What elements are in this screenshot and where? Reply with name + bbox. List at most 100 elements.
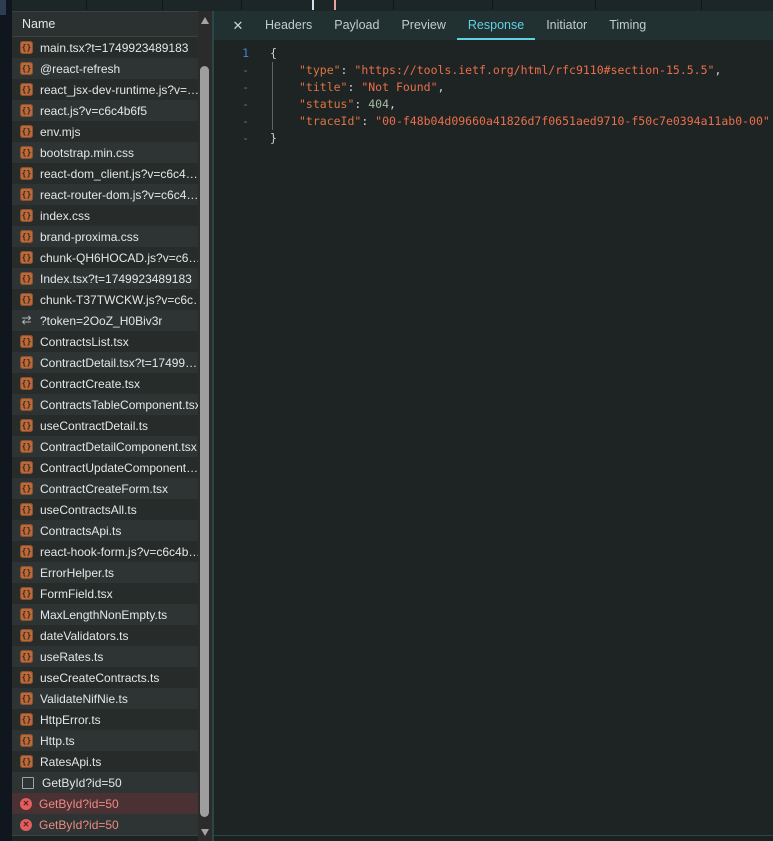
network-request-row[interactable]: ContractsList.tsx: [12, 331, 198, 352]
token-punct: ,: [714, 63, 721, 77]
network-request-row[interactable]: ErrorHelper.ts: [12, 562, 198, 583]
network-request-row[interactable]: ContractDetail.tsx?t=17499…: [12, 352, 198, 373]
script-file-icon: [20, 755, 33, 768]
code-line: - "traceId": "00-f48b04d09660a41826d7f06…: [214, 113, 773, 130]
request-name: bootstrap.min.css: [40, 146, 134, 160]
script-file-icon: [20, 272, 33, 285]
network-request-row[interactable]: GetById?id=50: [12, 772, 198, 793]
scroll-up-arrow-icon[interactable]: [201, 17, 209, 24]
script-file-icon: [20, 503, 33, 516]
network-request-row[interactable]: Http.ts: [12, 730, 198, 751]
name-column-header[interactable]: Name: [12, 11, 198, 37]
network-request-row[interactable]: GetById?id=50: [12, 814, 198, 835]
request-name: ContractsApi.ts: [40, 524, 121, 538]
request-name: Index.tsx?t=1749923489183: [40, 272, 192, 286]
tab-headers[interactable]: Headers: [254, 11, 323, 40]
tab-preview[interactable]: Preview: [390, 11, 456, 40]
token-key: "title": [299, 80, 347, 94]
code-line: - "status": 404,: [214, 96, 773, 113]
script-file-icon: [20, 419, 33, 432]
network-request-row[interactable]: @react-refresh: [12, 58, 198, 79]
request-name: dateValidators.ts: [40, 629, 129, 643]
network-request-row[interactable]: brand-proxima.css: [12, 226, 198, 247]
network-request-row[interactable]: useContractsAll.ts: [12, 499, 198, 520]
request-name: react-dom_client.js?v=c6c4…: [40, 167, 198, 181]
network-request-row[interactable]: react-hook-form.js?v=c6c4b…: [12, 541, 198, 562]
toolbar-divider: [492, 0, 493, 10]
network-request-row[interactable]: ValidateNifNie.ts: [12, 688, 198, 709]
network-request-row[interactable]: main.tsx?t=1749923489183: [12, 37, 198, 58]
toolbar-divider: [701, 0, 702, 10]
network-request-row[interactable]: dateValidators.ts: [12, 625, 198, 646]
network-request-row[interactable]: ContractCreateForm.tsx: [12, 478, 198, 499]
tab-initiator[interactable]: Initiator: [535, 11, 598, 40]
network-request-row[interactable]: index.css: [12, 205, 198, 226]
token-punct: }: [270, 131, 277, 145]
code-line: - "type": "https://tools.ietf.org/html/r…: [214, 62, 773, 79]
left-rail: [0, 0, 12, 841]
network-request-row[interactable]: FormField.tsx: [12, 583, 198, 604]
token-key: "status": [299, 97, 354, 111]
scrollbar[interactable]: [198, 11, 212, 841]
network-request-row[interactable]: useCreateContracts.ts: [12, 667, 198, 688]
network-request-row[interactable]: chunk-QH6HOCAD.js?v=c6…: [12, 247, 198, 268]
network-request-row[interactable]: react_jsx-dev-runtime.js?v=…: [12, 79, 198, 100]
request-name: ContractDetail.tsx?t=17499…: [40, 356, 197, 370]
network-request-row[interactable]: bootstrap.min.css: [12, 142, 198, 163]
line-gutter: -: [214, 96, 249, 113]
network-request-row[interactable]: RatesApi.ts: [12, 751, 198, 772]
code-line: 1 {: [214, 45, 773, 62]
script-file-icon: [20, 41, 33, 54]
script-file-icon: [20, 293, 33, 306]
network-request-row[interactable]: ContractUpdateComponent…: [12, 457, 198, 478]
tab-timing[interactable]: Timing: [598, 11, 657, 40]
network-request-row[interactable]: ContractCreate.tsx: [12, 373, 198, 394]
line-content: }: [270, 130, 277, 147]
tab-response[interactable]: Response: [457, 11, 535, 40]
script-file-icon: [20, 146, 33, 159]
tab-label: Initiator: [546, 18, 587, 32]
network-request-row[interactable]: ContractsTableComponent.tsx: [12, 394, 198, 415]
network-request-row[interactable]: Index.tsx?t=1749923489183: [12, 268, 198, 289]
token-num: 404: [368, 97, 389, 111]
network-request-row[interactable]: ContractsApi.ts: [12, 520, 198, 541]
network-request-row[interactable]: MaxLengthNonEmpty.ts: [12, 604, 198, 625]
network-request-row[interactable]: react.js?v=c6c4b6f5: [12, 100, 198, 121]
script-file-icon: [20, 125, 33, 138]
network-request-row[interactable]: react-dom_client.js?v=c6c4…: [12, 163, 198, 184]
request-name: useCreateContracts.ts: [40, 671, 159, 685]
line-content: "type": "https://tools.ietf.org/html/rfc…: [270, 62, 721, 79]
scroll-down-arrow-icon[interactable]: [201, 829, 209, 836]
network-request-row[interactable]: chunk-T37TWCKW.js?v=c6c…: [12, 289, 198, 310]
network-request-row[interactable]: GetById?id=50: [12, 793, 198, 814]
scrollbar-thumb[interactable]: [200, 66, 209, 817]
script-file-icon: [20, 440, 33, 453]
error-icon: [20, 819, 32, 831]
network-request-list-panel: Name main.tsx?t=1749923489183 @react-ref…: [12, 11, 198, 841]
request-name: GetById?id=50: [42, 776, 122, 790]
network-request-row[interactable]: ?token=2OoZ_H0Biv3r: [12, 310, 198, 331]
detail-tabbar: ✕ Headers Payload Preview Response Initi…: [214, 11, 773, 40]
network-request-row[interactable]: env.mjs: [12, 121, 198, 142]
tab-payload[interactable]: Payload: [323, 11, 390, 40]
toolbar-divider: [162, 0, 163, 10]
script-file-icon: [20, 482, 33, 495]
request-name: env.mjs: [40, 125, 80, 139]
request-name: useContractsAll.ts: [40, 503, 137, 517]
request-name: RatesApi.ts: [40, 755, 101, 769]
network-request-row[interactable]: useContractDetail.ts: [12, 415, 198, 436]
indent-guide: [272, 62, 273, 130]
request-name: ContractUpdateComponent…: [40, 461, 198, 475]
response-body-viewer: 1 { - "type": "https://tools.ietf.org/ht…: [214, 40, 773, 147]
detail-footer: [214, 835, 773, 841]
network-request-row[interactable]: ContractDetailComponent.tsx: [12, 436, 198, 457]
script-file-icon: [20, 104, 33, 117]
token-str: "00-f48b04d09660a41826d7f0651aed9710-f50…: [375, 114, 770, 128]
close-icon[interactable]: ✕: [222, 11, 254, 40]
line-gutter: -: [214, 130, 249, 147]
request-name: chunk-QH6HOCAD.js?v=c6…: [40, 251, 198, 265]
request-name: ErrorHelper.ts: [40, 566, 114, 580]
network-request-row[interactable]: HttpError.ts: [12, 709, 198, 730]
network-request-row[interactable]: react-router-dom.js?v=c6c4…: [12, 184, 198, 205]
network-request-row[interactable]: useRates.ts: [12, 646, 198, 667]
